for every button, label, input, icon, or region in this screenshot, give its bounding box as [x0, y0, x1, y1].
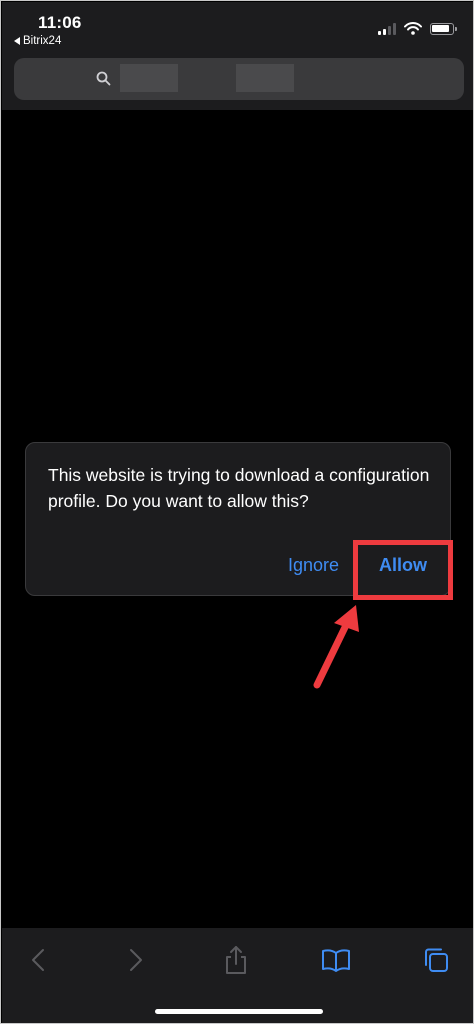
status-icons: [378, 22, 457, 35]
back-triangle-icon: [14, 37, 20, 45]
alert-message: This website is trying to download a con…: [48, 465, 430, 511]
back-button[interactable]: [20, 942, 56, 978]
bookmarks-button[interactable]: [318, 942, 354, 978]
wifi-icon: [404, 22, 422, 35]
forward-icon: [130, 949, 142, 971]
share-button[interactable]: [218, 942, 254, 978]
tabs-button[interactable]: [418, 942, 454, 978]
back-app-label: Bitrix24: [23, 35, 62, 47]
search-icon: [96, 71, 111, 86]
back-icon: [32, 949, 44, 971]
redacted-url-part: [236, 64, 294, 92]
tabs-icon: [425, 948, 448, 972]
home-indicator: [155, 1009, 323, 1014]
redacted-url-part: [120, 64, 178, 92]
allow-highlight-box: [353, 540, 453, 600]
ignore-button[interactable]: Ignore: [288, 555, 339, 576]
annotation-arrow-icon: [313, 605, 359, 689]
status-time: 11:06: [38, 13, 82, 32]
phone-screen: 11:06 Bitrix24 This website is trying to…: [0, 0, 474, 1024]
bookmarks-icon: [322, 949, 350, 972]
address-search-bar[interactable]: [14, 58, 464, 100]
cellular-signal-icon: [378, 22, 396, 35]
browser-bottom-toolbar: [2, 928, 473, 1023]
share-icon: [226, 946, 246, 974]
forward-button[interactable]: [118, 942, 154, 978]
battery-icon: [430, 22, 457, 35]
browser-top-bar: 11:06 Bitrix24: [2, 2, 473, 110]
back-to-app-link[interactable]: Bitrix24: [14, 35, 61, 47]
